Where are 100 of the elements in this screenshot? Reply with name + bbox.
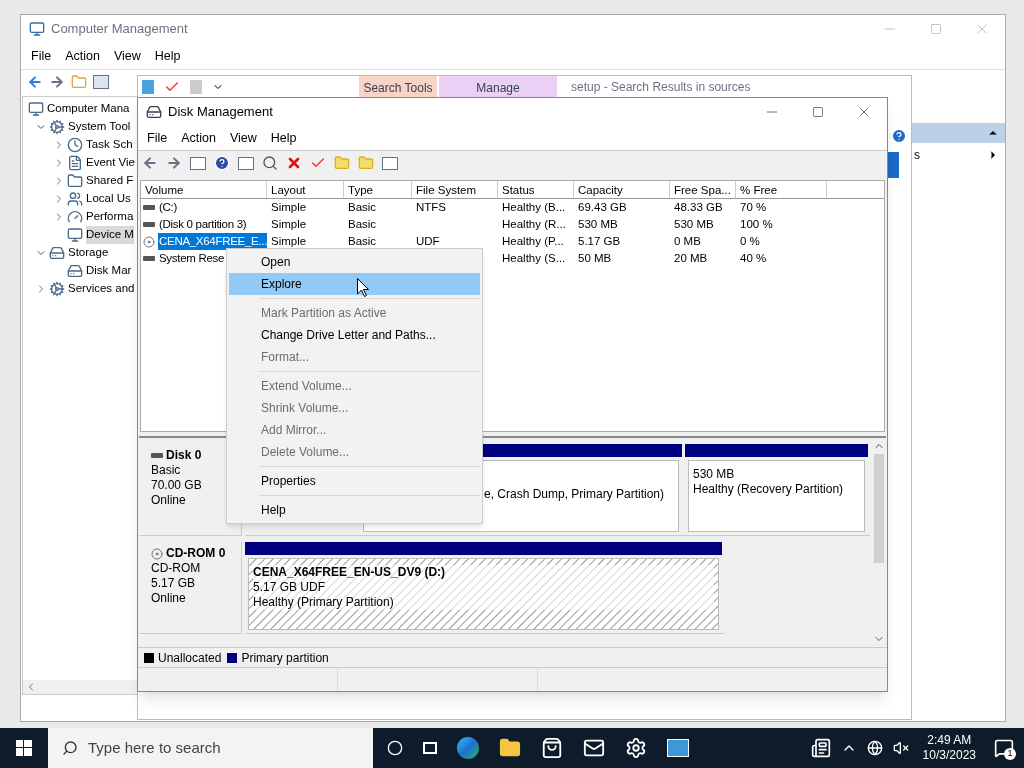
notification-button[interactable]: 1: [990, 734, 1018, 762]
disk-size: 70.00 GB: [151, 478, 203, 493]
disk-status: Online: [151, 591, 187, 606]
tree-item[interactable]: Services and: [68, 280, 135, 298]
network-icon[interactable]: [866, 740, 883, 756]
clock-icon: [67, 137, 83, 153]
clock-time[interactable]: 2:49 AM: [927, 733, 972, 748]
disk-type: CD-ROM: [151, 561, 202, 576]
disk-drive-icon: [49, 245, 65, 261]
column-header[interactable]: Volume: [141, 181, 267, 198]
pane-toggle-icon[interactable]: [190, 156, 206, 170]
partition-info: 530 MB: [693, 467, 736, 482]
disk-drive-icon: [143, 222, 155, 227]
gear-icon: [49, 281, 65, 297]
back-icon[interactable]: [142, 155, 158, 171]
cd-drive-icon: [143, 235, 155, 248]
list-icon[interactable]: [382, 156, 398, 170]
news-icon[interactable]: [810, 738, 831, 758]
column-header[interactable]: Status: [498, 181, 574, 198]
forward-icon[interactable]: [49, 73, 65, 90]
table-cell: 20 MB: [674, 251, 708, 264]
column-header[interactable]: % Free: [736, 181, 827, 198]
legend-label: Unallocated: [158, 649, 222, 667]
partition-info: e, Crash Dump, Primary Partition): [483, 487, 664, 502]
forward-icon[interactable]: [166, 155, 182, 171]
windows-logo-icon: [16, 740, 32, 756]
horizontal-scrollbar[interactable]: [23, 680, 139, 694]
column-header[interactable]: Layout: [267, 181, 344, 198]
tree-item[interactable]: Disk Mar: [86, 262, 132, 280]
control-panel-icon[interactable]: [667, 739, 689, 757]
menu-item[interactable]: View: [107, 46, 147, 66]
delete-icon[interactable]: [286, 155, 302, 171]
window-title: Disk Management: [168, 103, 273, 122]
disk-name: CD-ROM 0: [166, 546, 226, 561]
menu-item[interactable]: File: [141, 128, 174, 148]
gauge-icon: [67, 209, 83, 225]
disk-drive-icon: [143, 205, 155, 210]
cortana-icon[interactable]: [387, 740, 403, 756]
partition-info: 5.17 GB UDF: [253, 580, 714, 595]
menu-item[interactable]: Explore: [229, 273, 480, 295]
pane-toggle-icon[interactable]: [93, 74, 109, 89]
menu-item[interactable]: Change Drive Letter and Paths...: [229, 324, 480, 346]
tree-item[interactable]: Event Vie: [86, 154, 135, 172]
search-icon: [62, 740, 78, 756]
drive-entry[interactable]: System Rese: [158, 249, 226, 268]
column-header[interactable]: Type: [344, 181, 412, 198]
menu-item[interactable]: View: [223, 128, 263, 148]
drive-entry[interactable]: CENA_X64FREE_E...: [158, 232, 267, 251]
help-icon[interactable]: [891, 128, 907, 144]
browser-icon[interactable]: [457, 737, 479, 759]
help-icon[interactable]: [214, 155, 230, 171]
table-cell: Simple: [271, 200, 307, 213]
maximize-icon[interactable]: [812, 106, 824, 118]
back-icon[interactable]: [27, 73, 43, 90]
disk-label-panel[interactable]: CD-ROM 0 CD-ROM 5.17 GB Online: [139, 542, 242, 634]
tree-item[interactable]: System Tool: [68, 118, 131, 136]
column-header[interactable]: Free Spa...: [670, 181, 736, 198]
legend-label: Primary partition: [241, 649, 329, 667]
tree-item[interactable]: Shared F: [86, 172, 134, 190]
tree-item[interactable]: Performa: [86, 208, 134, 226]
tree-item[interactable]: Storage: [68, 244, 109, 262]
table-cell: UDF: [416, 234, 440, 247]
search-icon[interactable]: [262, 155, 278, 171]
tree-item[interactable]: Task Sch: [86, 136, 133, 154]
store-icon[interactable]: [541, 737, 563, 759]
search-field[interactable]: Type here to search: [48, 728, 373, 768]
table-cell: 530 MB: [578, 217, 618, 230]
tree-item[interactable]: Local Us: [86, 190, 131, 208]
menu-item[interactable]: Action: [175, 128, 222, 148]
drive-entry[interactable]: (C:): [158, 198, 178, 217]
table-cell: 70 %: [740, 200, 767, 213]
clock-date[interactable]: 10/3/2023: [922, 748, 976, 763]
speaker-muted-icon[interactable]: [892, 740, 909, 756]
ribbon-tab[interactable]: Manage: [439, 76, 557, 98]
settings-icon[interactable]: [625, 737, 647, 759]
tree-item[interactable]: Computer Mana: [47, 100, 130, 118]
folder-icon[interactable]: [499, 737, 521, 759]
pane-toggle-icon[interactable]: [238, 156, 254, 170]
tree-item[interactable]: Device M: [86, 226, 134, 244]
task-view-icon[interactable]: [423, 742, 437, 754]
menu-item[interactable]: Action: [59, 46, 106, 66]
scrollbar-thumb[interactable]: [873, 454, 884, 563]
drive-entry[interactable]: (Disk 0 partition 3): [158, 215, 248, 234]
column-header[interactable]: File System: [412, 181, 498, 198]
disk-drive-icon: [67, 263, 83, 279]
disk-status: Online: [151, 493, 187, 508]
app-icon: [146, 104, 162, 120]
disk-size: 5.17 GB: [151, 576, 197, 591]
mail-icon[interactable]: [583, 737, 605, 759]
column-header[interactable]: Capacity: [574, 181, 670, 198]
task-link[interactable]: s: [914, 146, 920, 164]
ribbon-tab[interactable]: Search Tools: [359, 76, 437, 98]
table-cell: Healthy (B...: [502, 200, 566, 213]
table-cell: 50 MB: [578, 251, 612, 264]
menu-item[interactable]: Help: [264, 128, 303, 148]
table-cell: Healthy (R...: [502, 217, 566, 230]
menu-item[interactable]: Open: [229, 251, 480, 273]
menu-item[interactable]: File: [25, 46, 58, 66]
table-cell: 40 %: [740, 251, 767, 264]
menu-item[interactable]: Help: [148, 46, 187, 66]
